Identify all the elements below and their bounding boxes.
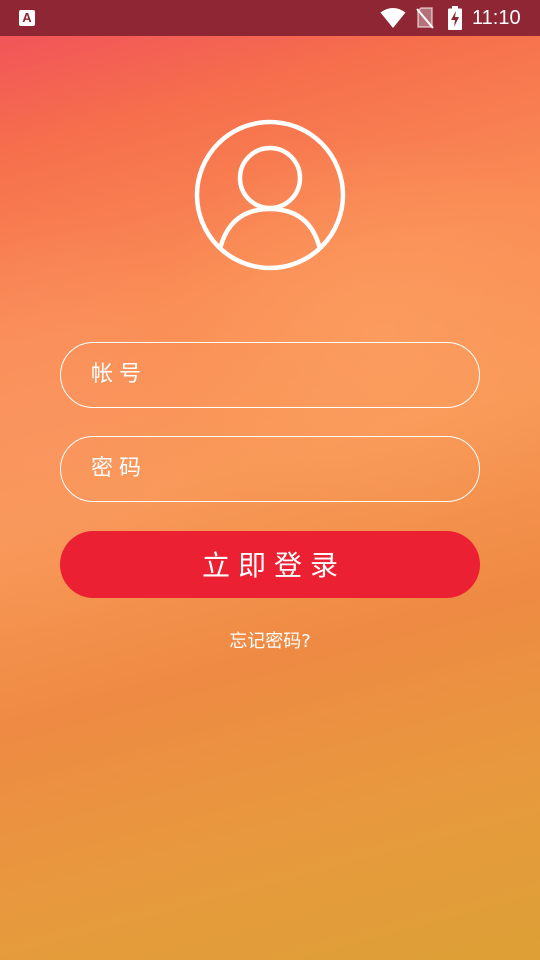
password-input[interactable] <box>91 437 451 500</box>
app-notification-icon: A <box>19 10 35 26</box>
wifi-icon <box>380 8 406 28</box>
password-field[interactable] <box>60 436 480 502</box>
user-avatar-icon <box>194 119 346 271</box>
forgot-password-link[interactable]: 忘记密码? <box>0 630 540 654</box>
login-button[interactable]: 立即登录 <box>60 531 480 598</box>
no-sim-icon <box>416 7 434 29</box>
login-screen: A 11:10 立即登录 忘记密码? <box>0 0 540 960</box>
status-bar-time: 11:10 <box>472 7 521 29</box>
battery-charging-icon <box>448 6 462 30</box>
username-field[interactable] <box>60 342 480 408</box>
username-input[interactable] <box>91 343 451 406</box>
status-bar: A 11:10 <box>0 0 540 36</box>
